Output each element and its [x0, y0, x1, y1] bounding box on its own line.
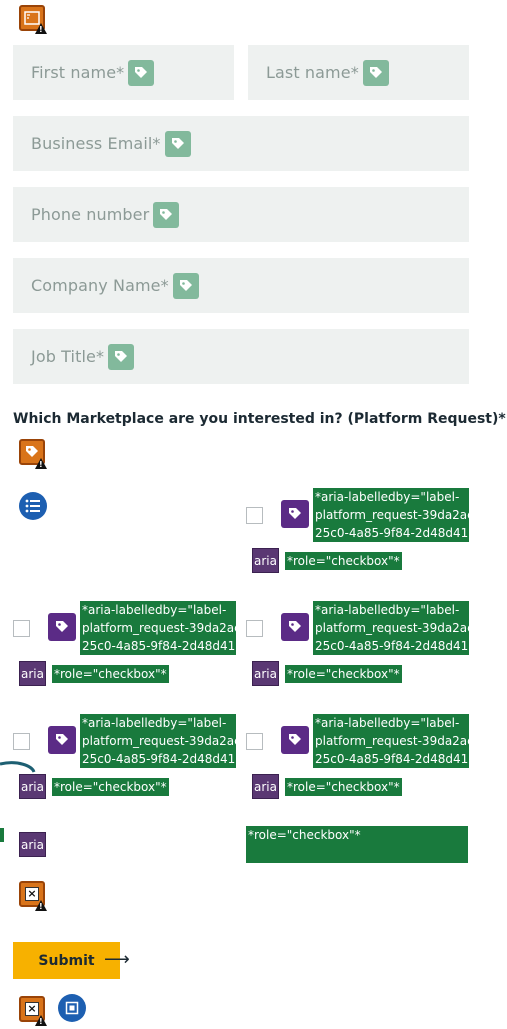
role-checkbox-annotation: *role="checkbox"* [52, 778, 169, 796]
tag-icon [172, 272, 199, 299]
warning-icon [35, 23, 47, 34]
aria-badge: aria [252, 661, 279, 686]
platform-checkbox-1[interactable] [246, 507, 263, 524]
platform-question: Which Marketplace are you interested in?… [13, 411, 506, 427]
platform-checkbox-2[interactable] [13, 620, 30, 637]
phone-field[interactable]: Phone number [13, 187, 469, 242]
aria-badge: aria [19, 661, 46, 686]
business-email-placeholder: Business Email* [31, 134, 161, 153]
aria-labelledby-annotation: *aria-labelledby="label- platform_reques… [313, 714, 469, 768]
phone-placeholder: Phone number [31, 205, 150, 224]
company-field[interactable]: Company Name* [13, 258, 469, 313]
first-name-placeholder: First name* [31, 63, 125, 82]
aria-labelledby-annotation: *aria-labelledby="label- platform_reques… [80, 601, 236, 655]
warning-icon [35, 1015, 47, 1026]
tag-icon [281, 726, 309, 754]
aria-labelledby-annotation: *aria-labelledby="label- platform_reques… [313, 488, 469, 542]
platform-checkbox-3[interactable] [246, 620, 263, 637]
aria-labelledby-annotation: *aria-labelledby="label- platform_reques… [313, 601, 469, 655]
tag-icon [48, 726, 76, 754]
tag-icon [362, 59, 389, 86]
role-checkbox-annotation: *role="checkbox"* [285, 552, 402, 570]
platform-checkbox-5[interactable] [246, 733, 263, 750]
role-checkbox-annotation: *role="checkbox"* [285, 778, 402, 796]
submit-label: Submit [38, 952, 95, 969]
warning-icon [35, 900, 47, 911]
job-title-placeholder: Job Title* [31, 347, 105, 366]
role-checkbox-annotation: *role="checkbox"* [246, 826, 468, 863]
decorative-arc [0, 761, 36, 773]
first-name-field[interactable]: First name* [13, 45, 234, 100]
aria-badge: aria [252, 774, 279, 799]
platform-checkbox-4[interactable] [13, 733, 30, 750]
role-checkbox-annotation: *role="checkbox"* [52, 665, 169, 683]
tag-icon [108, 343, 135, 370]
company-placeholder: Company Name* [31, 276, 169, 295]
aria-badge: aria [252, 548, 279, 573]
list-icon [19, 492, 47, 520]
last-name-placeholder: Last name* [266, 63, 359, 82]
aria-badge: aria [19, 832, 46, 857]
tag-icon [48, 613, 76, 641]
job-title-field[interactable]: Job Title* [13, 329, 469, 384]
business-email-field[interactable]: Business Email* [13, 116, 469, 171]
last-name-field[interactable]: Last name* [248, 45, 469, 100]
tag-icon [281, 613, 309, 641]
blue-square-icon [58, 994, 86, 1022]
tag-icon [128, 59, 155, 86]
tag-icon [164, 130, 191, 157]
aria-labelledby-annotation: *aria-labelledby="label- platform_reques… [80, 714, 236, 768]
arrow-right-icon: ⟶ [104, 949, 130, 970]
tag-icon [153, 201, 180, 228]
annotation-fragment [0, 828, 4, 842]
role-checkbox-annotation: *role="checkbox"* [285, 665, 402, 683]
tag-icon [281, 500, 309, 528]
warning-icon [35, 458, 47, 469]
